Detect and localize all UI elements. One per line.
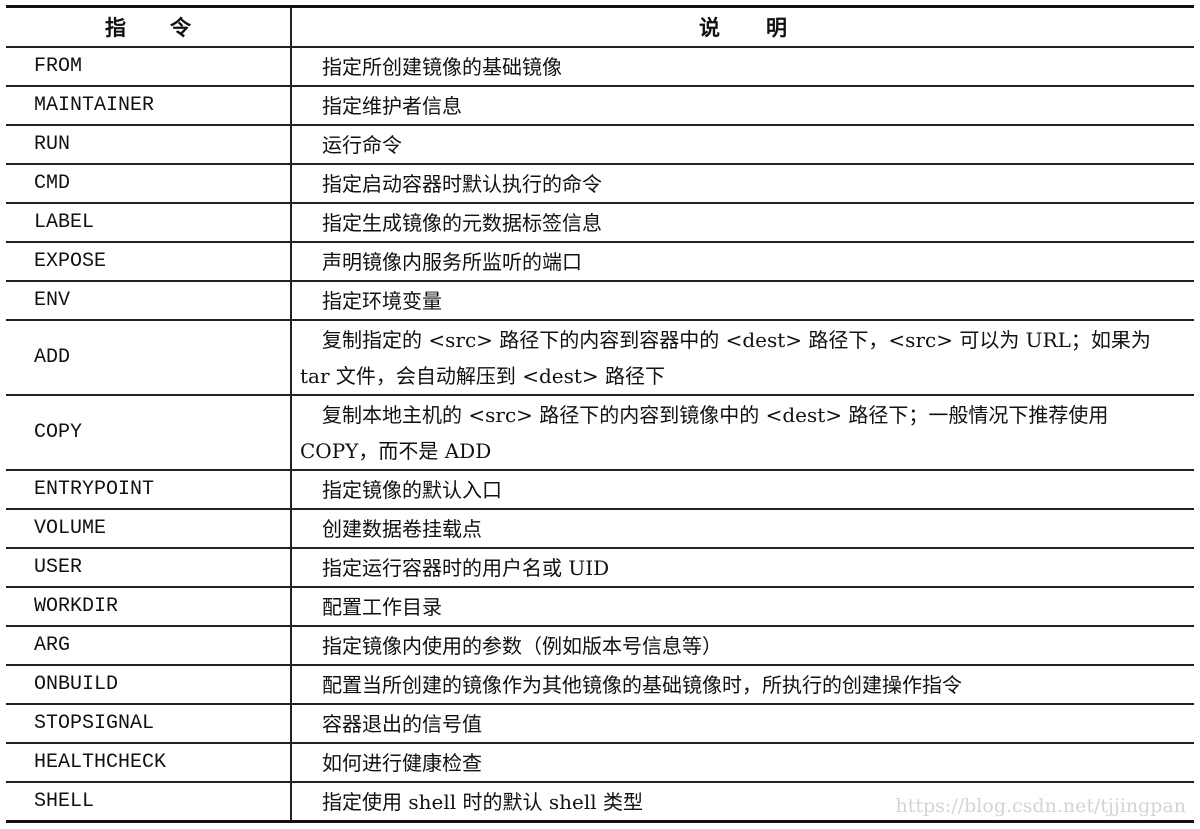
description-cell: 如何进行健康检查: [291, 743, 1194, 783]
table-row: ENTRYPOINT 指定镜像的默认入口: [6, 470, 1194, 510]
table-row: ONBUILD 配置当所创建的镜像作为其他镜像的基础镜像时，所执行的创建操作指令: [6, 665, 1194, 705]
instruction-cell: USER: [6, 548, 292, 588]
dockerfile-instructions-table: 指令 说明 FROM 指定所创建镜像的基础镜像 MAINTAINER 指定维护者信息 R…: [6, 5, 1194, 823]
description-cell: 配置当所创建的镜像作为其他镜像的基础镜像时，所执行的创建操作指令: [291, 665, 1194, 705]
description-cell: 指定生成镜像的元数据标签信息: [291, 203, 1194, 243]
table-row: HEALTHCHECK 如何进行健康检查: [6, 743, 1194, 783]
table-row: CMD 指定启动容器时默认执行的命令: [6, 164, 1194, 204]
instruction-cell: RUN: [6, 125, 292, 165]
description-cell: 指定环境变量: [291, 281, 1194, 321]
instruction-cell: LABEL: [6, 203, 292, 243]
instruction-cell: COPY: [6, 395, 292, 471]
table-row: LABEL 指定生成镜像的元数据标签信息: [6, 203, 1194, 243]
description-cell: 声明镜像内服务所监听的端口: [291, 242, 1194, 282]
table-row: ENV 指定环境变量: [6, 281, 1194, 321]
description-cell: 创建数据卷挂载点: [291, 509, 1194, 549]
instruction-cell: ARG: [6, 626, 292, 666]
header-instruction: 指令: [6, 6, 292, 48]
instruction-cell: VOLUME: [6, 509, 292, 549]
table-row: ADD 复制指定的 <src> 路径下的内容到容器中的 <dest> 路径下，<s…: [6, 320, 1194, 396]
instruction-cell: CMD: [6, 164, 292, 204]
table-header-row: 指令 说明: [6, 6, 1194, 48]
instruction-cell: ENV: [6, 281, 292, 321]
instruction-cell: MAINTAINER: [6, 86, 292, 126]
description-cell: 容器退出的信号值: [291, 704, 1194, 744]
description-cell: 运行命令: [291, 125, 1194, 165]
instruction-cell: FROM: [6, 47, 292, 87]
instruction-cell: EXPOSE: [6, 242, 292, 282]
table-row: STOPSIGNAL 容器退出的信号值: [6, 704, 1194, 744]
description-cell: 指定所创建镜像的基础镜像: [291, 47, 1194, 87]
table-row: COPY 复制本地主机的 <src> 路径下的内容到镜像中的 <dest> 路径下…: [6, 395, 1194, 471]
instruction-cell: STOPSIGNAL: [6, 704, 292, 744]
description-cell: 指定镜像的默认入口: [291, 470, 1194, 510]
instruction-cell: ENTRYPOINT: [6, 470, 292, 510]
table-row: RUN 运行命令: [6, 125, 1194, 165]
description-cell: 指定维护者信息: [291, 86, 1194, 126]
table-row: WORKDIR 配置工作目录: [6, 587, 1194, 627]
table-row: FROM 指定所创建镜像的基础镜像: [6, 47, 1194, 87]
table-row: USER 指定运行容器时的用户名或 UID: [6, 548, 1194, 588]
instruction-cell: HEALTHCHECK: [6, 743, 292, 783]
description-cell: 指定运行容器时的用户名或 UID: [291, 548, 1194, 588]
instruction-cell: ONBUILD: [6, 665, 292, 705]
description-cell: 指定镜像内使用的参数（例如版本号信息等）: [291, 626, 1194, 666]
header-description: 说明: [291, 6, 1194, 48]
description-cell: 复制本地主机的 <src> 路径下的内容到镜像中的 <dest> 路径下；一般情…: [291, 395, 1194, 471]
table-row: MAINTAINER 指定维护者信息: [6, 86, 1194, 126]
watermark: https://blog.csdn.net/tjjingpan: [895, 795, 1186, 817]
description-cell: 指定启动容器时默认执行的命令: [291, 164, 1194, 204]
instruction-cell: ADD: [6, 320, 292, 396]
table-row: ARG 指定镜像内使用的参数（例如版本号信息等）: [6, 626, 1194, 666]
instruction-cell: WORKDIR: [6, 587, 292, 627]
description-cell: 配置工作目录: [291, 587, 1194, 627]
table-row: VOLUME 创建数据卷挂载点: [6, 509, 1194, 549]
table-row: EXPOSE 声明镜像内服务所监听的端口: [6, 242, 1194, 282]
instruction-cell: SHELL: [6, 782, 292, 823]
description-cell: 复制指定的 <src> 路径下的内容到容器中的 <dest> 路径下，<src>…: [291, 320, 1194, 396]
